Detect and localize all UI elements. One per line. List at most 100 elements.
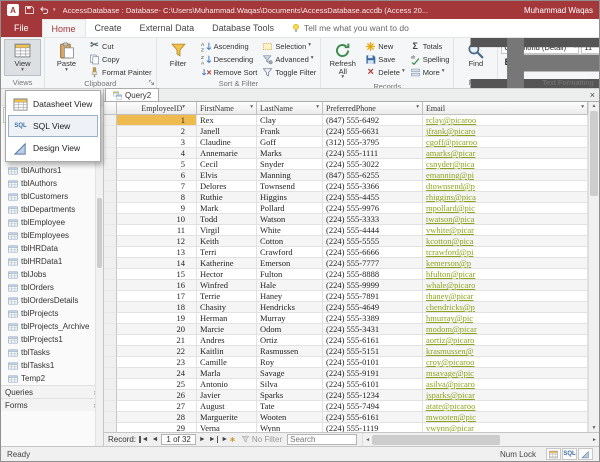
record-selector[interactable] (104, 258, 117, 269)
cell-email[interactable]: asilva@picaro (423, 379, 588, 390)
cell-firstname[interactable]: Verna (197, 423, 257, 432)
cell-lastname[interactable]: Pollard (257, 203, 323, 214)
record-selector[interactable] (104, 302, 117, 313)
nav-item-tblhrdata[interactable]: tblHRData (1, 242, 103, 255)
cell-lastname[interactable]: Savage (257, 368, 323, 379)
cell-lastname[interactable]: Higgins (257, 192, 323, 203)
cell-lastname[interactable]: Murray (257, 313, 323, 324)
access-app-icon[interactable]: A (7, 4, 19, 16)
cell-firstname[interactable]: Marguerite (197, 412, 257, 423)
cell-lastname[interactable]: Crawford (257, 247, 323, 258)
cell-lastname[interactable]: Goff (257, 137, 323, 148)
cell-preferredphone[interactable]: (224) 555-7891 (323, 291, 423, 302)
cell-email[interactable]: cgoff@picaroo (423, 137, 588, 148)
view-menu-item-sql-view[interactable]: SQL SQL View (8, 115, 98, 137)
column-header-employeeid[interactable]: EmployeeID ▾ (117, 102, 197, 115)
cell-firstname[interactable]: Cecil (197, 159, 257, 170)
record-selector[interactable] (104, 269, 117, 280)
cell-firstname[interactable]: Marcie (197, 324, 257, 335)
cell-firstname[interactable]: Javier (197, 390, 257, 401)
cell-employeeid[interactable]: 3 (117, 137, 197, 148)
record-selector[interactable] (104, 148, 117, 159)
cell-email[interactable]: mpollard@pic (423, 203, 588, 214)
cell-firstname[interactable]: Hector (197, 269, 257, 280)
nav-item-tblorders[interactable]: tblOrders (1, 281, 103, 294)
cell-employeeid[interactable]: 8 (117, 192, 197, 203)
nav-item-tbldepartments[interactable]: tblDepartments (1, 203, 103, 216)
tab-file[interactable]: File (1, 19, 42, 37)
cell-email[interactable]: vwynn@picar (423, 423, 588, 432)
cell-preferredphone[interactable]: (224) 555-3431 (323, 324, 423, 335)
nav-item-tblprojects[interactable]: tblProjects (1, 307, 103, 320)
nav-item-tblauthors[interactable]: tblAuthors (1, 177, 103, 190)
horizontal-scroll-track[interactable] (371, 434, 591, 445)
cell-firstname[interactable]: August (197, 401, 257, 412)
cell-employeeid[interactable]: 27 (117, 401, 197, 412)
cell-employeeid[interactable]: 29 (117, 423, 197, 432)
refresh-all-button[interactable]: Refresh All ▾ (324, 39, 361, 82)
cell-preferredphone[interactable]: (224) 555-3366 (323, 181, 423, 192)
record-selector[interactable] (104, 192, 117, 203)
cell-preferredphone[interactable]: (224) 555-3333 (323, 214, 423, 225)
record-selector[interactable] (104, 181, 117, 192)
cell-preferredphone[interactable]: (847) 555-6255 (323, 170, 423, 181)
advanced-button[interactable]: Advanced ▾ (261, 53, 317, 65)
cell-employeeid[interactable]: 6 (117, 170, 197, 181)
cell-lastname[interactable]: Snyder (257, 159, 323, 170)
cell-preferredphone[interactable]: (224) 555-1234 (323, 390, 423, 401)
record-selector[interactable] (104, 335, 117, 346)
tab-database-tools[interactable]: Database Tools (203, 19, 283, 37)
horizontal-scroll-thumb[interactable] (372, 434, 500, 445)
cell-lastname[interactable]: Ortiz (257, 335, 323, 346)
cell-preferredphone[interactable]: (224) 555-5555 (323, 236, 423, 247)
save-button[interactable]: Save (364, 53, 405, 65)
document-tab-query2[interactable]: Query2 (105, 88, 160, 101)
record-selector[interactable] (104, 159, 117, 170)
cell-preferredphone[interactable]: (224) 555-4444 (323, 225, 423, 236)
nav-item-tbljobs[interactable]: tblJobs (1, 268, 103, 281)
cell-email[interactable]: whale@picaro (423, 280, 588, 291)
cell-lastname[interactable]: White (257, 225, 323, 236)
cell-preferredphone[interactable]: (224) 555-4455 (323, 192, 423, 203)
next-record-button[interactable]: ► (199, 436, 206, 443)
copy-button[interactable]: Copy (88, 53, 153, 65)
user-name[interactable]: Muhammad Waqas (524, 6, 593, 15)
tab-external-data[interactable]: External Data (131, 19, 204, 37)
cell-preferredphone[interactable]: (224) 555-6161 (323, 412, 423, 423)
last-record-button[interactable]: ► (209, 436, 218, 443)
cell-employeeid[interactable]: 12 (117, 236, 197, 247)
cell-email[interactable]: hmurray@pic (423, 313, 588, 324)
cell-firstname[interactable]: Todd (197, 214, 257, 225)
record-selector[interactable] (104, 247, 117, 258)
cell-email[interactable]: kcotton@pica (423, 236, 588, 247)
cell-email[interactable]: modom@picar (423, 324, 588, 335)
record-search-input[interactable] (287, 434, 358, 445)
cell-employeeid[interactable]: 10 (117, 214, 197, 225)
cell-employeeid[interactable]: 5 (117, 159, 197, 170)
toggle-filter-button[interactable]: Toggle Filter (261, 66, 317, 78)
cell-firstname[interactable]: Terri (197, 247, 257, 258)
cell-firstname[interactable]: Claudine (197, 137, 257, 148)
remove-sort-button[interactable]: Remove Sort (200, 66, 259, 78)
cell-email[interactable]: jsparks@picar (423, 390, 588, 401)
record-selector[interactable] (104, 137, 117, 148)
cell-lastname[interactable]: Haney (257, 291, 323, 302)
cell-preferredphone[interactable]: (224) 555-1111 (323, 148, 423, 159)
cell-preferredphone[interactable]: (224) 555-4649 (323, 302, 423, 313)
vertical-scrollbar[interactable]: ▲ ▼ (588, 102, 599, 432)
cell-employeeid[interactable]: 17 (117, 291, 197, 302)
cell-lastname[interactable]: Roy (257, 357, 323, 368)
cell-email[interactable]: aortiz@picaro (423, 335, 588, 346)
record-selector[interactable] (104, 379, 117, 390)
previous-record-button[interactable]: ◄ (151, 436, 158, 443)
qat-save-button[interactable] (22, 4, 35, 17)
cell-lastname[interactable]: Silva (257, 379, 323, 390)
cell-email[interactable]: chendricks@p (423, 302, 588, 313)
nav-scrollbar[interactable] (95, 123, 103, 446)
cell-employeeid[interactable]: 20 (117, 324, 197, 335)
cell-lastname[interactable]: Clay (257, 115, 323, 126)
cell-lastname[interactable]: Fulton (257, 269, 323, 280)
vertical-scroll-thumb[interactable] (590, 111, 598, 196)
cell-firstname[interactable]: Marla (197, 368, 257, 379)
cell-preferredphone[interactable]: (224) 555-9976 (323, 203, 423, 214)
